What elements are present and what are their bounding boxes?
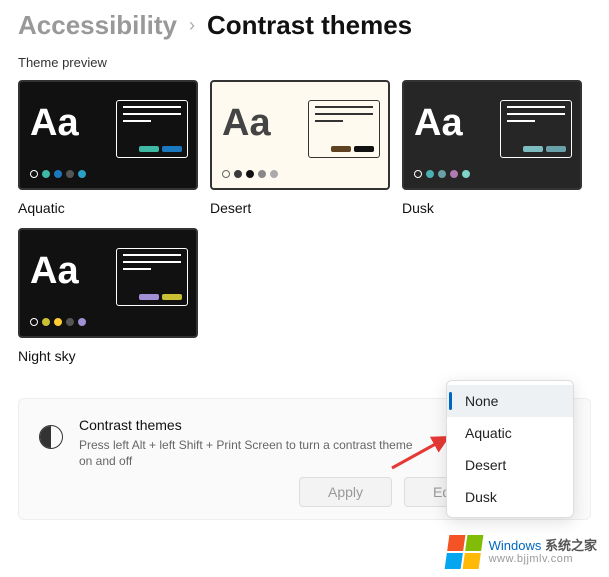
theme-dusk[interactable]: Aa Dusk	[402, 80, 582, 216]
windows-logo-icon	[444, 535, 483, 569]
panel-title: Contrast themes	[79, 417, 429, 433]
theme-previews: Aa Aquatic Aa Desert Aa Dusk Aa Night sk…	[0, 76, 609, 368]
page-title: Contrast themes	[207, 10, 412, 41]
watermark: Windows 系统之家 www.bjjmlv.com	[439, 533, 605, 571]
breadcrumb-parent[interactable]: Accessibility	[18, 10, 177, 41]
chevron-right-icon: ›	[189, 15, 195, 36]
dropdown-item-desert[interactable]: Desert	[447, 449, 573, 481]
panel-subtitle: Press left Alt + left Shift + Print Scre…	[79, 437, 429, 469]
theme-name: Dusk	[402, 200, 582, 216]
dropdown-item-aquatic[interactable]: Aquatic	[447, 417, 573, 449]
preview-sample-text: Aa	[414, 104, 463, 142]
preview-sample-text: Aa	[30, 104, 79, 142]
theme-preview-label: Theme preview	[0, 49, 609, 76]
dropdown-item-none[interactable]: None	[447, 385, 573, 417]
theme-aquatic[interactable]: Aa Aquatic	[18, 80, 198, 216]
apply-button[interactable]: Apply	[299, 477, 392, 507]
watermark-brand-en: Windows	[489, 538, 542, 553]
breadcrumb: Accessibility › Contrast themes	[0, 0, 609, 49]
theme-name: Night sky	[18, 348, 198, 364]
watermark-url: www.bjjmlv.com	[489, 553, 597, 565]
contrast-icon	[39, 425, 63, 449]
theme-name: Desert	[210, 200, 390, 216]
preview-sample-text: Aa	[222, 104, 271, 142]
theme-nightsky[interactable]: Aa Night sky	[18, 228, 198, 364]
dropdown-item-dusk[interactable]: Dusk	[447, 481, 573, 513]
watermark-brand-cn: 系统之家	[545, 538, 597, 553]
theme-desert[interactable]: Aa Desert	[210, 80, 390, 216]
theme-dropdown[interactable]: None Aquatic Desert Dusk	[446, 380, 574, 518]
preview-sample-text: Aa	[30, 252, 79, 290]
theme-name: Aquatic	[18, 200, 198, 216]
